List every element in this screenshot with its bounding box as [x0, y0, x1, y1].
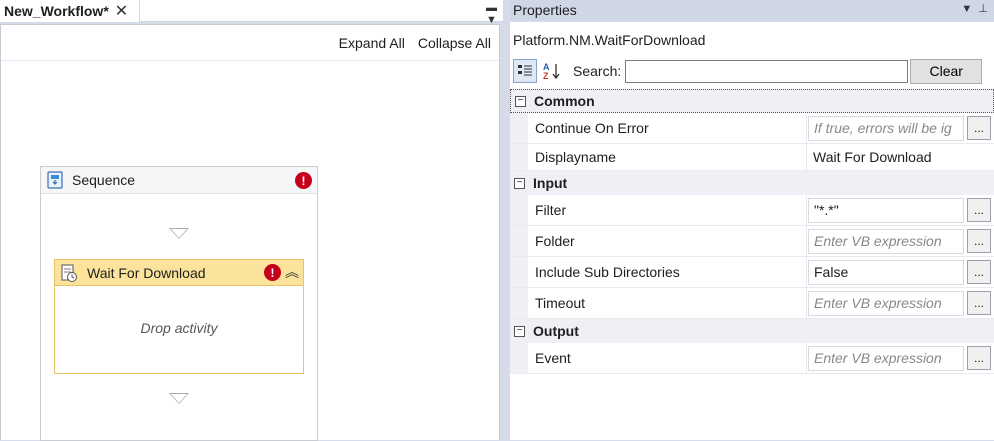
properties-body: Platform.NM.WaitForDownload AZ Search: C…	[510, 22, 994, 440]
property-row[interactable]: Event Enter VB expression...	[510, 343, 994, 374]
sequence-icon	[47, 171, 63, 189]
property-row[interactable]: Filter "*.*"...	[510, 195, 994, 226]
wait-for-download-activity[interactable]: Wait For Download ! ︽ Drop activity	[54, 259, 304, 374]
property-value-cell: "*.*"...	[807, 195, 994, 225]
property-name: Folder	[528, 226, 807, 256]
sequence-title: Sequence	[72, 172, 136, 188]
selected-type-name: Platform.NM.WaitForDownload	[513, 31, 706, 48]
activity-title: Wait For Download	[87, 264, 206, 281]
tab-new-workflow[interactable]: New_Workflow* ✕	[0, 0, 140, 22]
close-icon[interactable]: ✕	[115, 1, 128, 21]
properties-panel: Properties ▼ ⊥ Platform.NM.WaitForDownlo…	[510, 0, 994, 440]
panel-splitter[interactable]	[503, 0, 510, 440]
pin-icon[interactable]: ▼ ⊥	[961, 2, 988, 15]
property-row[interactable]: Include Sub Directories False...	[510, 257, 994, 288]
category-label: Common	[534, 93, 595, 109]
collapse-toggle-icon[interactable]: −	[514, 325, 525, 337]
category-output[interactable]: − Output	[510, 319, 994, 343]
property-value-cell: Enter VB expression...	[807, 288, 994, 318]
collapse-toggle-icon[interactable]: −	[514, 177, 525, 189]
activity-header[interactable]: Wait For Download ! ︽	[55, 260, 303, 286]
row-gutter	[510, 226, 528, 256]
alphabetical-icon[interactable]: AZ	[540, 59, 564, 83]
workflow-designer: New_Workflow* ✕ ▬ ▼ Expand All Collapse A…	[0, 0, 503, 441]
category-label: Output	[533, 323, 579, 339]
category-input[interactable]: − Input	[510, 171, 994, 195]
property-name: Displayname	[528, 144, 807, 170]
designer-toolbar: Expand All Collapse All	[1, 25, 499, 61]
property-value-input[interactable]: If true, errors will be ig	[808, 115, 964, 141]
property-value-input[interactable]: Enter VB expression	[808, 290, 964, 316]
property-name: Include Sub Directories	[528, 257, 807, 287]
category-common[interactable]: − Common	[510, 89, 994, 113]
error-icon[interactable]: !	[295, 172, 312, 189]
row-gutter	[510, 288, 528, 318]
ellipsis-button[interactable]: ...	[967, 260, 991, 284]
property-value-input[interactable]: "*.*"	[808, 197, 964, 223]
category-label: Input	[533, 175, 568, 191]
property-row[interactable]: Continue On Error If true, errors will be…	[510, 113, 994, 144]
ellipsis-button[interactable]: ...	[967, 229, 991, 253]
ellipsis-button[interactable]: ...	[967, 198, 991, 222]
ellipsis-button[interactable]: ...	[967, 291, 991, 315]
row-gutter	[510, 195, 528, 225]
property-value-input[interactable]: False	[808, 259, 964, 285]
ellipsis-button[interactable]: ...	[967, 116, 991, 140]
wait-for-download-icon	[61, 264, 77, 282]
property-row[interactable]: Timeout Enter VB expression...	[510, 288, 994, 319]
tab-dropdown-icon[interactable]: ▬ ▼	[486, 2, 497, 26]
tab-title: New_Workflow*	[4, 3, 109, 19]
categorized-icon[interactable]	[513, 59, 537, 83]
property-value-input[interactable]: Wait For Download	[808, 145, 991, 170]
ellipsis-button[interactable]: ...	[967, 346, 991, 370]
search-label: Search:	[573, 63, 622, 79]
row-gutter	[510, 343, 528, 373]
property-value-cell: False...	[807, 257, 994, 287]
property-value-cell: Enter VB expression...	[807, 226, 994, 256]
collapse-toggle-icon[interactable]: −	[515, 95, 526, 107]
drop-activity-placeholder[interactable]: Drop activity	[55, 320, 303, 336]
row-gutter	[510, 144, 528, 170]
drop-target-arrow-bottom[interactable]	[169, 393, 189, 404]
svg-text:Z: Z	[543, 71, 549, 81]
property-value-input[interactable]: Enter VB expression	[808, 228, 964, 254]
sequence-header[interactable]: Sequence !	[41, 167, 317, 194]
property-value-cell: Wait For Download	[807, 144, 994, 170]
search-input[interactable]	[625, 59, 909, 83]
properties-toolbar: AZ Search: Clear	[510, 57, 994, 85]
property-value-cell: Enter VB expression...	[807, 343, 994, 373]
row-gutter	[510, 113, 528, 143]
property-row[interactable]: Folder Enter VB expression...	[510, 226, 994, 257]
properties-titlebar: Properties ▼ ⊥	[510, 0, 994, 20]
expand-all-link[interactable]: Expand All	[339, 35, 405, 51]
property-value-input[interactable]: Enter VB expression	[808, 345, 964, 371]
collapse-all-link[interactable]: Collapse All	[418, 35, 491, 51]
row-gutter	[510, 257, 528, 287]
sequence-activity[interactable]: Sequence ! Wait For Download ! ︽ Drop ac…	[40, 166, 318, 441]
property-row[interactable]: Displayname Wait For Download	[510, 144, 994, 171]
property-name: Event	[528, 343, 807, 373]
property-value-cell: If true, errors will be ig...	[807, 113, 994, 143]
properties-title: Properties	[513, 2, 577, 18]
error-icon[interactable]: !	[264, 264, 281, 281]
collapse-icon[interactable]: ︽	[285, 262, 299, 282]
property-name: Continue On Error	[528, 113, 807, 143]
drop-target-arrow-top[interactable]	[169, 228, 189, 239]
document-tabstrip: New_Workflow* ✕ ▬ ▼	[0, 0, 503, 26]
clear-button[interactable]: Clear	[910, 58, 983, 84]
property-grid: − Common Continue On Error If true, errors …	[510, 89, 994, 374]
property-name: Timeout	[528, 288, 807, 318]
property-name: Filter	[528, 195, 807, 225]
